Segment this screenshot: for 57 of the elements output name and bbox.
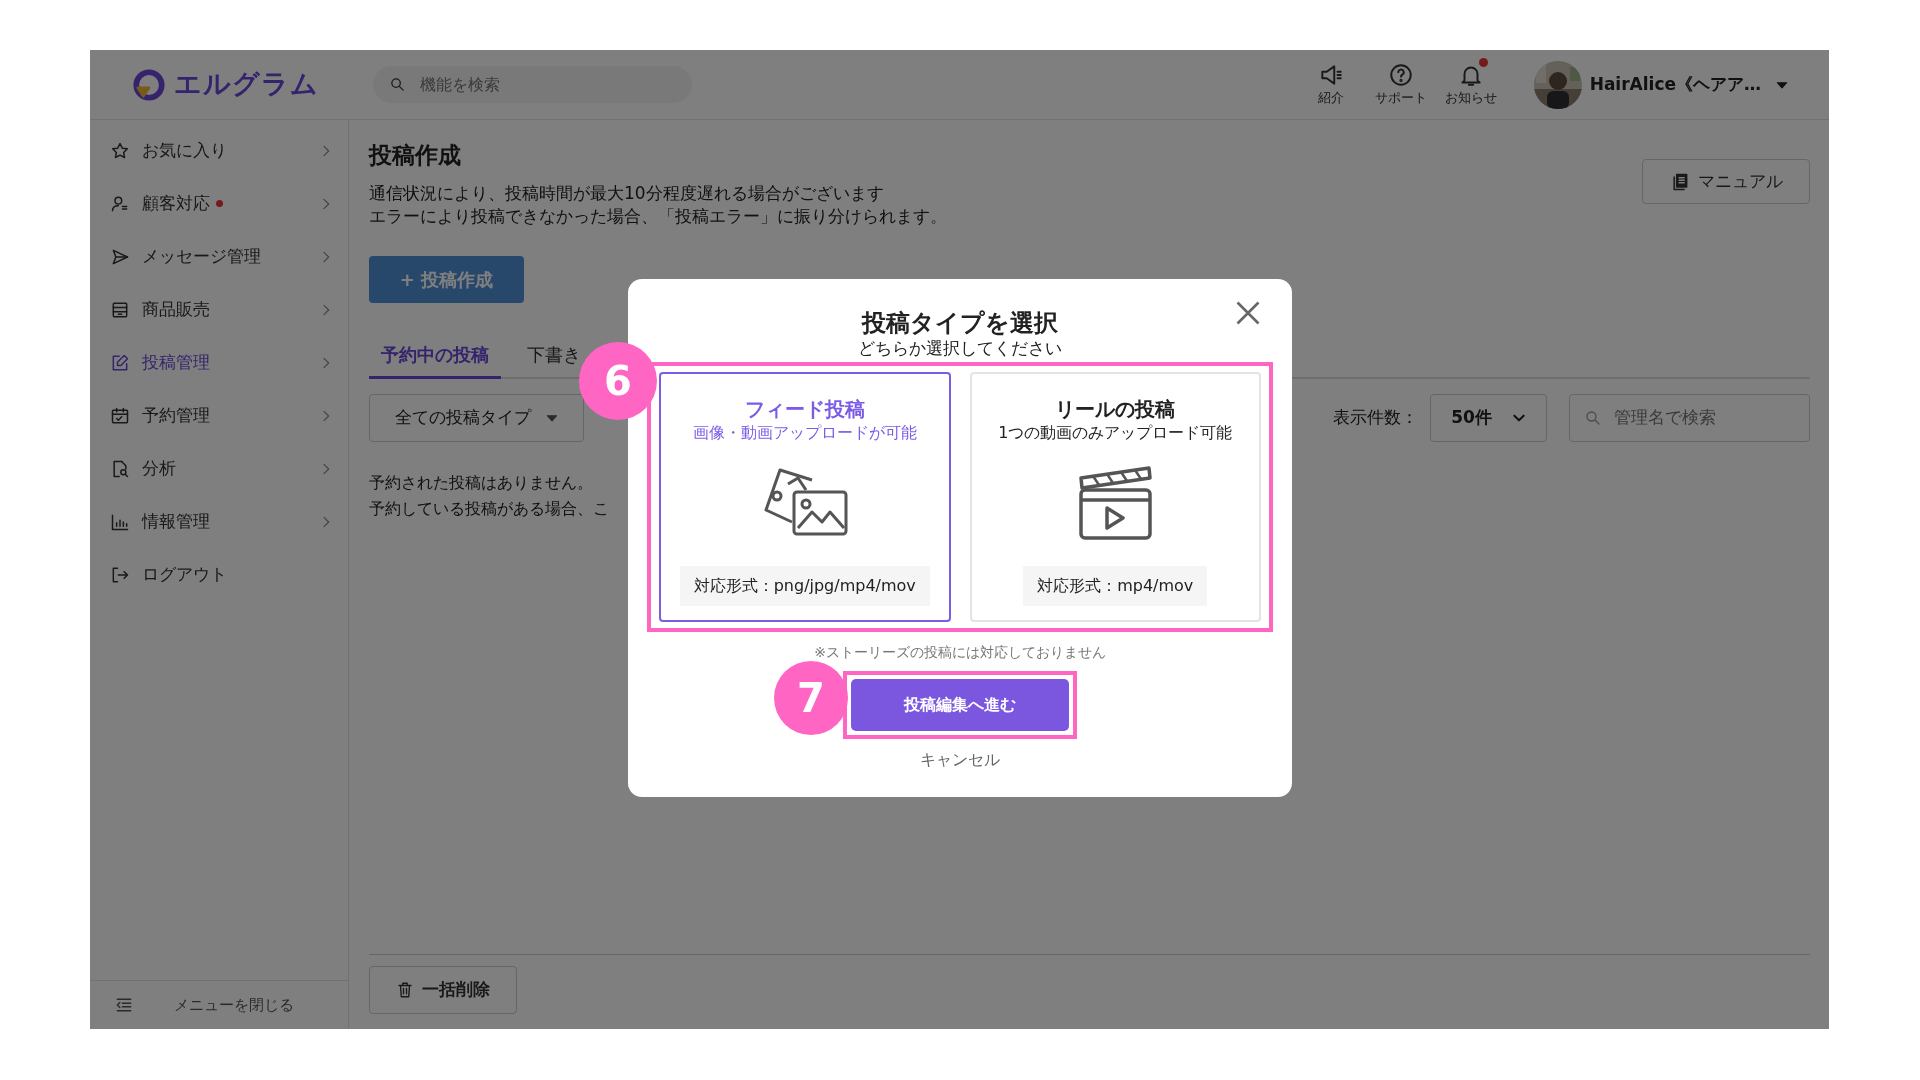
sidebar-item[interactable]: 情報管理 [142, 508, 210, 535]
calendar-icon [110, 405, 130, 426]
post-type-card[interactable]: フィード投稿 画像・動画アップロードが可能 対応形式：png/jpg/mp4/mov [659, 372, 951, 622]
modal-subtitle: どちらか選択してください [858, 338, 1062, 358]
notice-text: 通信状況により、投稿時間が最大10分程度遅れる場合がございます [369, 181, 885, 205]
sidebar-item[interactable]: 投稿管理 [142, 349, 210, 376]
search-field[interactable]: 機能を検索 [373, 66, 692, 103]
star-icon [110, 140, 130, 161]
create-post-button[interactable]: + 投稿作成 [369, 255, 524, 303]
manual-button[interactable]: マニュアル [1642, 159, 1810, 204]
cancel-button[interactable]: キャンセル [914, 747, 1006, 773]
search-icon [389, 76, 406, 93]
sidebar-item[interactable]: 予約管理 [142, 402, 210, 429]
per-page-label: 表示件数： [1333, 405, 1418, 429]
per-page-select[interactable]: 50件 [1430, 393, 1547, 442]
empty-message: 予約している投稿がある場合、こ [369, 497, 610, 520]
search-icon [1584, 408, 1602, 427]
type-filter-dropdown[interactable]: 全ての投稿タイプ [369, 393, 584, 442]
sidebar-item[interactable]: 分析 [142, 455, 176, 482]
tab[interactable]: 予約中の投稿 [369, 340, 501, 379]
search-input[interactable]: 管理名で検索 [1612, 403, 1795, 432]
sidebar-item[interactable]: 顧客対応 [142, 190, 210, 217]
header-action-label[interactable]: サポート [1374, 87, 1427, 108]
sidebar-item[interactable]: 商品販売 [142, 296, 210, 323]
collapse-menu-link[interactable]: メニューを閉じる [174, 993, 294, 1017]
stories-note: ※ストーリーズの投稿には対応しておりません [814, 643, 1106, 662]
option-title: フィード投稿 [744, 396, 865, 422]
option-description: 1つの動画のみアップロード可能 [998, 422, 1233, 444]
logo: エルグラム [174, 67, 319, 102]
report-icon [110, 458, 130, 479]
sidebar-item[interactable]: メッセージ管理 [142, 243, 261, 270]
supported-formats: 対応形式：png/jpg/mp4/mov [679, 566, 930, 606]
supported-formats: 対応形式：mp4/mov [1023, 566, 1208, 606]
option-description: 画像・動画アップロードが可能 [692, 422, 917, 444]
logo-icon [132, 67, 166, 102]
collapse-icon[interactable] [114, 995, 134, 1015]
search-input[interactable]: 機能を検索 [418, 71, 658, 98]
post-type-card[interactable]: リールの投稿 1つの動画のみアップロード可能 対応形式：mp4/mov [969, 372, 1261, 622]
sidebar-item[interactable]: お気に入り [142, 137, 227, 164]
step-badge: 6 [579, 342, 657, 420]
page-title: 投稿作成 [369, 142, 462, 170]
sidebar-item[interactable]: ログアウト [142, 561, 227, 588]
bulk-delete-button[interactable]: 一括削除 [369, 966, 517, 1014]
header-action-label[interactable]: お知らせ [1444, 87, 1497, 108]
proceed-button[interactable]: 投稿編集へ進む [851, 679, 1069, 731]
empty-message: 予約された投稿はありません。 [369, 471, 594, 494]
help-icon[interactable] [1387, 61, 1414, 88]
modal-title: 投稿タイプを選択 [862, 308, 1058, 338]
user-name[interactable]: HairAlice《ヘアア… [1589, 71, 1761, 98]
trash-icon [396, 981, 414, 999]
edit-icon [110, 352, 130, 373]
notice-text: エラーにより投稿できなかった場合、「投稿エラー」に振り分けられます。 [369, 204, 947, 228]
close-button[interactable] [1234, 299, 1262, 327]
search-field[interactable]: 管理名で検索 [1569, 393, 1810, 442]
header-action-label[interactable]: 紹介 [1317, 87, 1344, 108]
step-badge: 7 [774, 661, 848, 735]
option-title: リールの投稿 [1055, 396, 1176, 422]
